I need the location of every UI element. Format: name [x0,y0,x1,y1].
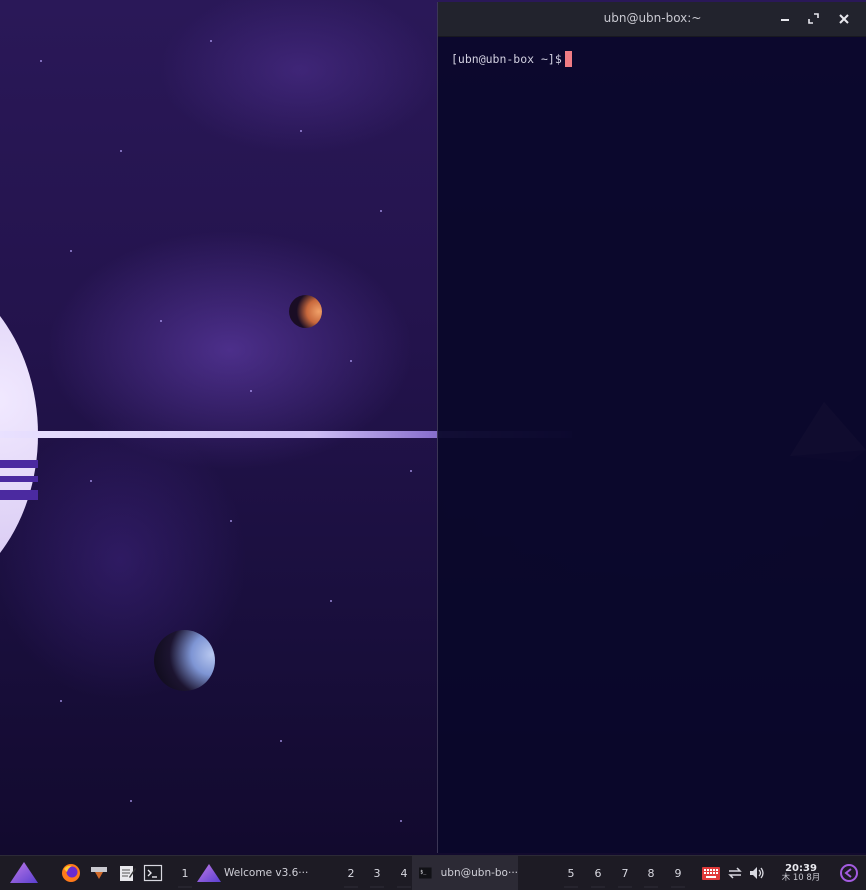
task-welcome[interactable]: Welcome v3.6··· [196,856,328,890]
volume-button[interactable] [746,856,768,890]
moon-blue [154,630,215,691]
firefox-launcher[interactable] [58,856,84,890]
workspace-label: 3 [373,866,381,880]
task-terminal-label: ubn@ubn-bo··· [440,867,518,879]
star [350,360,352,362]
workspace-6[interactable]: 6 [587,856,609,890]
star [40,60,42,62]
workspace-label: 6 [594,866,602,880]
arch-triangle-menu-icon [10,862,38,883]
app-menu-button[interactable] [6,856,42,890]
workspace-label: 8 [647,866,655,880]
maximize-icon [808,13,819,24]
text-editor-launcher[interactable] [114,856,140,890]
window-titlebar[interactable]: ubn@ubn-box:~ [438,2,866,37]
logout-button[interactable] [836,856,862,890]
welcome-app-icon [197,864,221,882]
workspace-label: 1 [181,866,189,880]
terminal-launcher[interactable] [140,856,166,890]
files-icon [91,867,107,879]
workspace-5[interactable]: 5 [560,856,582,890]
keyboard-layout-button[interactable] [700,856,722,890]
text-editor-icon [120,866,136,881]
terminal-task-icon: $_ [419,867,432,879]
clock-date: 木 10 8月 [781,872,821,883]
svg-text:$_: $_ [420,870,427,876]
workspace-label: 5 [567,866,575,880]
minimize-button[interactable] [776,9,796,29]
workspace-label: 2 [347,866,355,880]
clock[interactable]: 20:39 木 10 8月 [772,856,830,890]
star [380,210,382,212]
star [130,800,132,802]
close-button[interactable] [834,9,854,29]
keyboard-icon [702,867,720,880]
firefox-icon [62,864,80,882]
maximize-button[interactable] [804,9,824,29]
star [90,480,92,482]
task-terminal[interactable]: $_ ubn@ubn-bo··· [412,856,518,890]
terminal-window[interactable]: ubn@ubn-box:~ [ubn@ubn-box ~]$ [437,2,866,853]
planet-band [0,490,38,500]
workspace-7[interactable]: 7 [614,856,636,890]
text-cursor [564,51,572,67]
shell-prompt: [ubn@ubn-box ~]$ [451,52,562,66]
network-button[interactable] [724,856,746,890]
star [280,740,282,742]
star [410,470,412,472]
star [400,820,402,822]
power-icon [840,864,858,882]
minimize-icon [781,19,789,21]
terminal-icon [143,864,163,882]
network-sync-icon [728,867,742,879]
star [210,40,212,42]
workspace-3[interactable]: 3 [366,856,388,890]
workspace-label: 4 [400,866,408,880]
workspace-1[interactable]: 1 [174,856,196,890]
workspace-9[interactable]: 9 [667,856,689,890]
planet-band [0,476,38,482]
files-launcher[interactable] [86,856,112,890]
star [230,520,232,522]
terminal-output[interactable]: [ubn@ubn-box ~]$ [438,37,866,81]
workspace-2[interactable]: 2 [340,856,362,890]
planet-band [0,460,38,468]
workspace-label: 9 [674,866,682,880]
workspace-label: 7 [621,866,629,880]
workspace-8[interactable]: 8 [640,856,662,890]
window-title: ubn@ubn-box:~ [603,11,702,25]
taskbar: 1 Welcome v3.6··· 2 3 4 $_ ubn@ubn-bo···… [0,855,866,890]
volume-icon [750,867,764,879]
star [120,150,122,152]
moon-orange [289,295,322,328]
task-welcome-label: Welcome v3.6··· [224,867,309,879]
star [250,390,252,392]
star [330,600,332,602]
close-icon [839,14,849,24]
star [60,700,62,702]
star [160,320,162,322]
star [70,250,72,252]
star [300,130,302,132]
